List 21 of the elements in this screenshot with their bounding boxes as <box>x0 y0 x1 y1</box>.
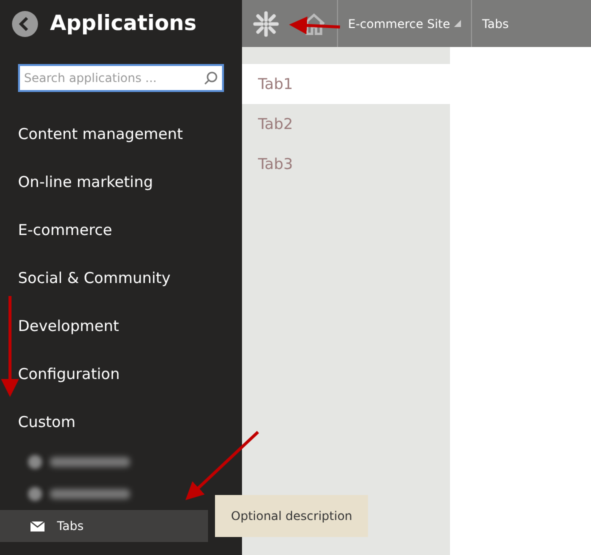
asterisk-logo-icon[interactable] <box>253 10 280 36</box>
category-item[interactable]: On-line marketing <box>18 170 153 194</box>
caret-icon <box>454 20 462 27</box>
envelope-icon <box>30 520 45 532</box>
category-item[interactable]: Content management <box>18 122 183 146</box>
blurred-icon <box>28 455 42 469</box>
back-icon[interactable] <box>12 10 38 36</box>
breadcrumb[interactable]: Tabs <box>472 14 519 32</box>
search-field[interactable]: Search applications ... <box>18 64 224 92</box>
category-item[interactable]: Development <box>18 314 119 338</box>
tab[interactable]: Tab1 <box>242 64 450 104</box>
category-item[interactable]: Social & Community <box>18 266 171 290</box>
category-item[interactable]: Custom <box>18 410 76 434</box>
category-item[interactable]: Configuration <box>18 362 120 386</box>
sidebar-title: Applications <box>50 10 196 37</box>
app-item[interactable]: Tabs <box>0 510 208 542</box>
annotation-arrow <box>289 16 340 34</box>
search-icon <box>204 71 218 85</box>
tooltip: Optional description <box>215 495 368 537</box>
category-item[interactable]: E-commerce <box>18 218 112 242</box>
blurred-icon <box>28 487 42 501</box>
